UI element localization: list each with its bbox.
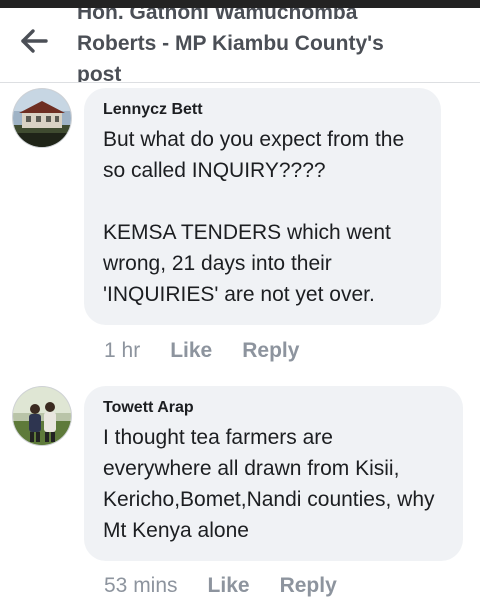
page-title: Hon. Gathoni Wamuchomba Roberts - MP Kia… xyxy=(77,1,384,83)
comment-author[interactable]: Lennycz Bett xyxy=(103,100,423,120)
arrow-left-icon xyxy=(21,29,48,53)
like-button[interactable]: Like xyxy=(170,339,212,363)
comment-timestamp[interactable]: 1 hr xyxy=(104,339,140,363)
reply-button[interactable]: Reply xyxy=(242,339,299,363)
back-button[interactable] xyxy=(20,28,50,54)
comment-text: I thought tea farmers are everywhere all… xyxy=(103,426,441,542)
avatar[interactable] xyxy=(13,89,71,147)
house-photo xyxy=(13,89,71,147)
comment-bubble: Towett Arap I thought tea farmers are ev… xyxy=(84,386,463,561)
people-photo xyxy=(13,387,71,445)
status-bar xyxy=(0,0,480,8)
comments-screen: Hon. Gathoni Wamuchomba Roberts - MP Kia… xyxy=(0,0,480,615)
comment-actions: 1 hr Like Reply xyxy=(104,339,329,363)
comment-author[interactable]: Towett Arap xyxy=(103,398,445,418)
reply-button[interactable]: Reply xyxy=(280,574,337,598)
like-button[interactable]: Like xyxy=(208,574,250,598)
comment-bubble: Lennycz Bett But what do you expect from… xyxy=(84,88,441,325)
comment-actions: 53 mins Like Reply xyxy=(104,574,367,598)
post-header: Hon. Gathoni Wamuchomba Roberts - MP Kia… xyxy=(0,0,480,83)
avatar[interactable] xyxy=(13,387,71,445)
comment-timestamp[interactable]: 53 mins xyxy=(104,574,178,598)
comment-text: But what do you expect from the so calle… xyxy=(103,128,405,306)
